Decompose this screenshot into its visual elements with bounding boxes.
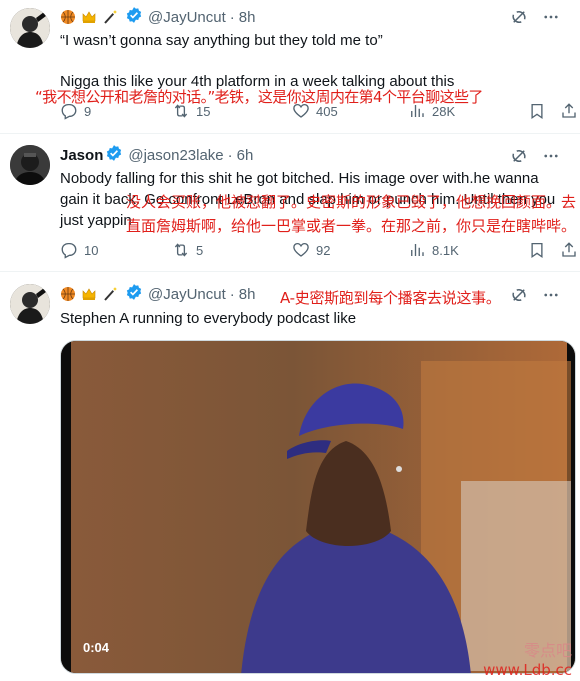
tweet-1[interactable]: @JayUncut · 8h “I wasn’t gonna say anyth… bbox=[0, 0, 580, 134]
translation-overlay: A-史密斯跑到每个播客去说这事。 bbox=[280, 289, 501, 307]
magic-wand-icon bbox=[102, 9, 118, 25]
crown-icon bbox=[81, 286, 97, 302]
basketball-icon bbox=[60, 9, 76, 25]
views-button[interactable]: 28K bbox=[408, 102, 455, 120]
more-options-icon[interactable] bbox=[542, 147, 560, 165]
avatar[interactable] bbox=[10, 8, 50, 48]
grok-icon[interactable] bbox=[510, 8, 528, 26]
avatar[interactable] bbox=[10, 284, 50, 324]
video-frame bbox=[61, 341, 575, 673]
grok-icon[interactable] bbox=[510, 286, 528, 304]
repost-icon bbox=[174, 104, 188, 118]
avatar[interactable] bbox=[10, 145, 50, 185]
bookmark-button[interactable] bbox=[528, 102, 552, 120]
verified-badge-icon bbox=[125, 283, 143, 305]
bookmark-icon bbox=[531, 242, 543, 259]
like-button[interactable]: 92 bbox=[292, 241, 330, 259]
tweet-time[interactable]: 6h bbox=[237, 147, 254, 164]
tweet-handle[interactable]: @jason23lake bbox=[128, 147, 223, 164]
tweet-time[interactable]: 8h bbox=[239, 286, 256, 303]
repost-button[interactable]: 15 bbox=[172, 102, 210, 120]
watermark: 零点吧 www.Ldb.cc bbox=[483, 641, 572, 679]
tweet-header: @JayUncut · 8h bbox=[60, 7, 255, 27]
reply-icon bbox=[61, 103, 77, 120]
display-name[interactable]: Jason bbox=[60, 147, 103, 164]
magic-wand-icon bbox=[102, 286, 118, 302]
reply-icon bbox=[61, 242, 77, 259]
basketball-icon bbox=[60, 286, 76, 302]
bookmark-button[interactable] bbox=[528, 241, 552, 259]
share-icon bbox=[562, 242, 576, 257]
tweet-3[interactable]: @JayUncut · 8h A-史密斯跑到每个播客去说这事。 Stephen … bbox=[0, 272, 580, 681]
repost-icon bbox=[174, 243, 188, 257]
tweet-2[interactable]: Jason @jason23lake · 6h Nobody falling f… bbox=[0, 134, 580, 272]
verified-badge-icon bbox=[125, 6, 143, 28]
reply-button[interactable]: 9 bbox=[60, 102, 91, 120]
grok-icon[interactable] bbox=[510, 147, 528, 165]
verified-badge-icon bbox=[105, 144, 123, 166]
more-options-icon[interactable] bbox=[542, 8, 560, 26]
tweet-handle[interactable]: @JayUncut bbox=[148, 9, 226, 26]
views-button[interactable]: 8.1K bbox=[408, 241, 459, 259]
video-player[interactable]: 0:04 bbox=[60, 340, 576, 674]
like-button[interactable]: 405 bbox=[292, 102, 338, 120]
views-icon bbox=[411, 105, 424, 117]
bookmark-icon bbox=[531, 103, 543, 120]
views-icon bbox=[411, 244, 424, 256]
heart-icon bbox=[293, 242, 309, 257]
tweet-time[interactable]: 8h bbox=[239, 9, 256, 26]
share-button[interactable] bbox=[560, 241, 580, 259]
tweet-header: Jason @jason23lake · 6h bbox=[60, 145, 253, 165]
translation-overlay: 没人会买账，他被怼翻了。史密斯的形象已毁了，他想挽回颜面。去直面詹姆斯啊，给他一… bbox=[126, 193, 577, 235]
share-button[interactable] bbox=[560, 102, 580, 120]
crown-icon bbox=[81, 9, 97, 25]
tweet-handle[interactable]: @JayUncut bbox=[148, 286, 226, 303]
repost-button[interactable]: 5 bbox=[172, 241, 203, 259]
heart-icon bbox=[293, 103, 309, 118]
video-timestamp: 0:04 bbox=[83, 640, 110, 655]
tweet-header: @JayUncut · 8h bbox=[60, 284, 255, 304]
more-options-icon[interactable] bbox=[542, 286, 560, 304]
tweet-text: “I wasn’t gonna say anything but they to… bbox=[60, 32, 383, 49]
share-icon bbox=[562, 103, 576, 118]
tweet-actions: 9 15 405 28K bbox=[60, 101, 576, 121]
reply-button[interactable]: 10 bbox=[60, 241, 98, 259]
tweet-text: Stephen A running to everybody podcast l… bbox=[60, 310, 357, 327]
tweet-actions: 10 5 92 8.1K bbox=[60, 240, 576, 260]
